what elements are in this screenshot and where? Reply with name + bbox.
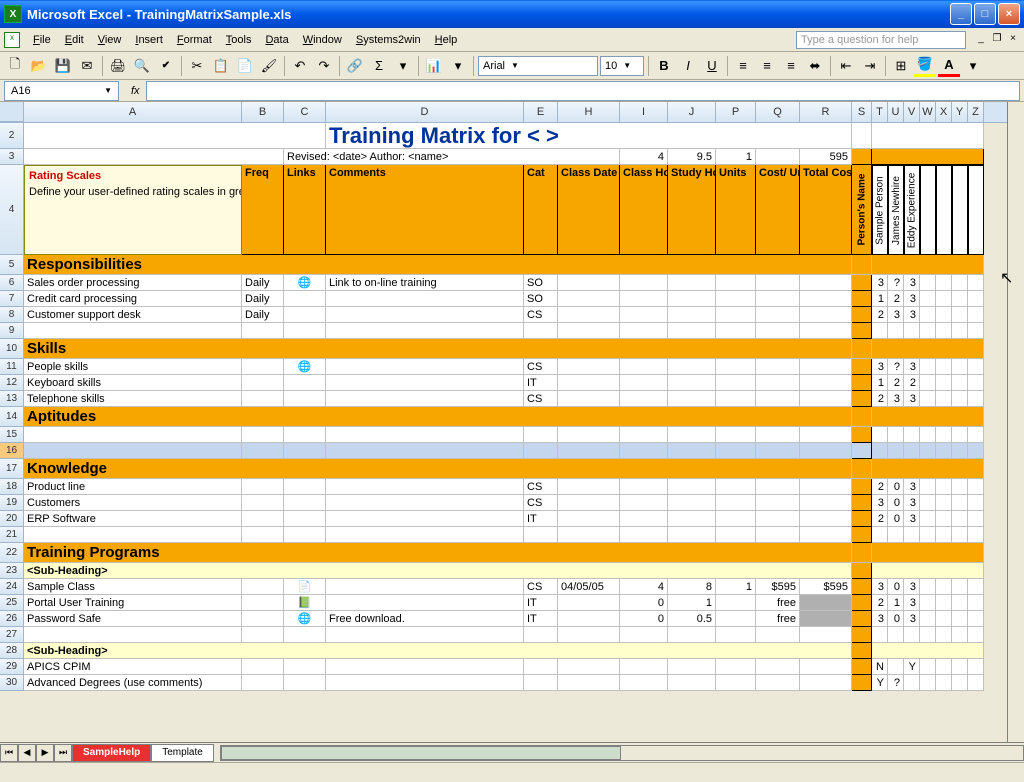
fill-color-button[interactable]: 🪣 [914,55,936,77]
sheet-tab-template[interactable]: Template [151,744,214,762]
help-search-input[interactable]: Type a question for help [796,31,966,49]
formula-input[interactable] [146,81,1020,101]
standard-toolbar: 🗋 📂 💾 ✉ 🖨 🔍 ✔ ✂ 📋 📄 🖌 ↶ ↷ 🔗 Σ ▾ 📊 ▾ Aria… [0,52,1024,80]
format-painter-button[interactable]: 🖌 [258,55,280,77]
vertical-scrollbar[interactable] [1007,102,1024,742]
close-button[interactable]: × [998,3,1020,25]
menu-window[interactable]: Window [296,32,349,48]
menu-help[interactable]: Help [428,32,465,48]
menu-insert[interactable]: Insert [128,32,170,48]
excel-icon: X [4,5,22,23]
menu-format[interactable]: Format [170,32,219,48]
menu-edit[interactable]: Edit [58,32,91,48]
tab-nav-first[interactable]: ⏮ [0,744,18,762]
tab-nav-next[interactable]: ▶ [36,744,54,762]
sheet-tab-samplehelp[interactable]: SampleHelp [72,744,151,762]
menu-systems2win[interactable]: Systems2win [349,32,428,48]
menu-file[interactable]: File [26,32,58,48]
merge-button[interactable]: ⬌ [804,55,826,77]
sort-button[interactable]: ▾ [392,55,414,77]
name-box[interactable]: A16▼ [4,81,119,101]
underline-button[interactable]: U [701,55,723,77]
font-color-button[interactable]: A [938,55,960,77]
indent-inc-button[interactable]: ⇥ [859,55,881,77]
spelling-button[interactable]: ✔ [155,55,177,77]
undo-button[interactable]: ↶ [289,55,311,77]
italic-button[interactable]: I [677,55,699,77]
cut-button[interactable]: ✂ [186,55,208,77]
align-right-button[interactable]: ≡ [780,55,802,77]
print-preview-button[interactable]: 🔍 [131,55,153,77]
permission-button[interactable]: ✉ [76,55,98,77]
print-button[interactable]: 🖨 [107,55,129,77]
spreadsheet-grid[interactable]: 2Training Matrix for < >3Revised: <date>… [0,123,1007,691]
tab-nav-last[interactable]: ⏭ [54,744,72,762]
paste-button[interactable]: 📄 [234,55,256,77]
maximize-button[interactable]: □ [974,3,996,25]
mdi-minimize-button[interactable]: _ [974,33,988,47]
more-button[interactable]: ▾ [447,55,469,77]
status-bar [0,762,1024,782]
toolbar-options-button[interactable]: ▾ [962,55,984,77]
menu-data[interactable]: Data [258,32,295,48]
titlebar: X Microsoft Excel - TrainingMatrixSample… [0,0,1024,28]
horizontal-scrollbar[interactable] [220,745,1024,761]
open-button[interactable]: 📂 [28,55,50,77]
align-center-button[interactable]: ≡ [756,55,778,77]
align-left-button[interactable]: ≡ [732,55,754,77]
formula-bar: A16▼ fx [0,80,1024,102]
borders-button[interactable]: ⊞ [890,55,912,77]
doc-icon: x [4,32,20,48]
mdi-restore-button[interactable]: ❐ [990,33,1004,47]
window-title: Microsoft Excel - TrainingMatrixSample.x… [27,7,950,22]
chart-button[interactable]: 📊 [423,55,445,77]
minimize-button[interactable]: _ [950,3,972,25]
new-button[interactable]: 🗋 [4,55,26,77]
mdi-close-button[interactable]: × [1006,33,1020,47]
hyperlink-button[interactable]: 🔗 [344,55,366,77]
menu-tools[interactable]: Tools [219,32,259,48]
bold-button[interactable]: B [653,55,675,77]
column-headers[interactable]: ABCDEHIJPQRSTUVWXYZ [0,102,1007,123]
copy-button[interactable]: 📋 [210,55,232,77]
save-button[interactable]: 💾 [52,55,74,77]
font-select[interactable]: Arial▼ [478,56,598,76]
tab-nav-prev[interactable]: ◀ [18,744,36,762]
fontsize-select[interactable]: 10▼ [600,56,644,76]
sheet-tabs: ⏮ ◀ ▶ ⏭ SampleHelp Template [0,742,1024,762]
menubar: x FileEditViewInsertFormatToolsDataWindo… [0,28,1024,52]
indent-dec-button[interactable]: ⇤ [835,55,857,77]
fx-label: fx [125,85,146,97]
autosum-button[interactable]: Σ [368,55,390,77]
redo-button[interactable]: ↷ [313,55,335,77]
menu-view[interactable]: View [91,32,129,48]
